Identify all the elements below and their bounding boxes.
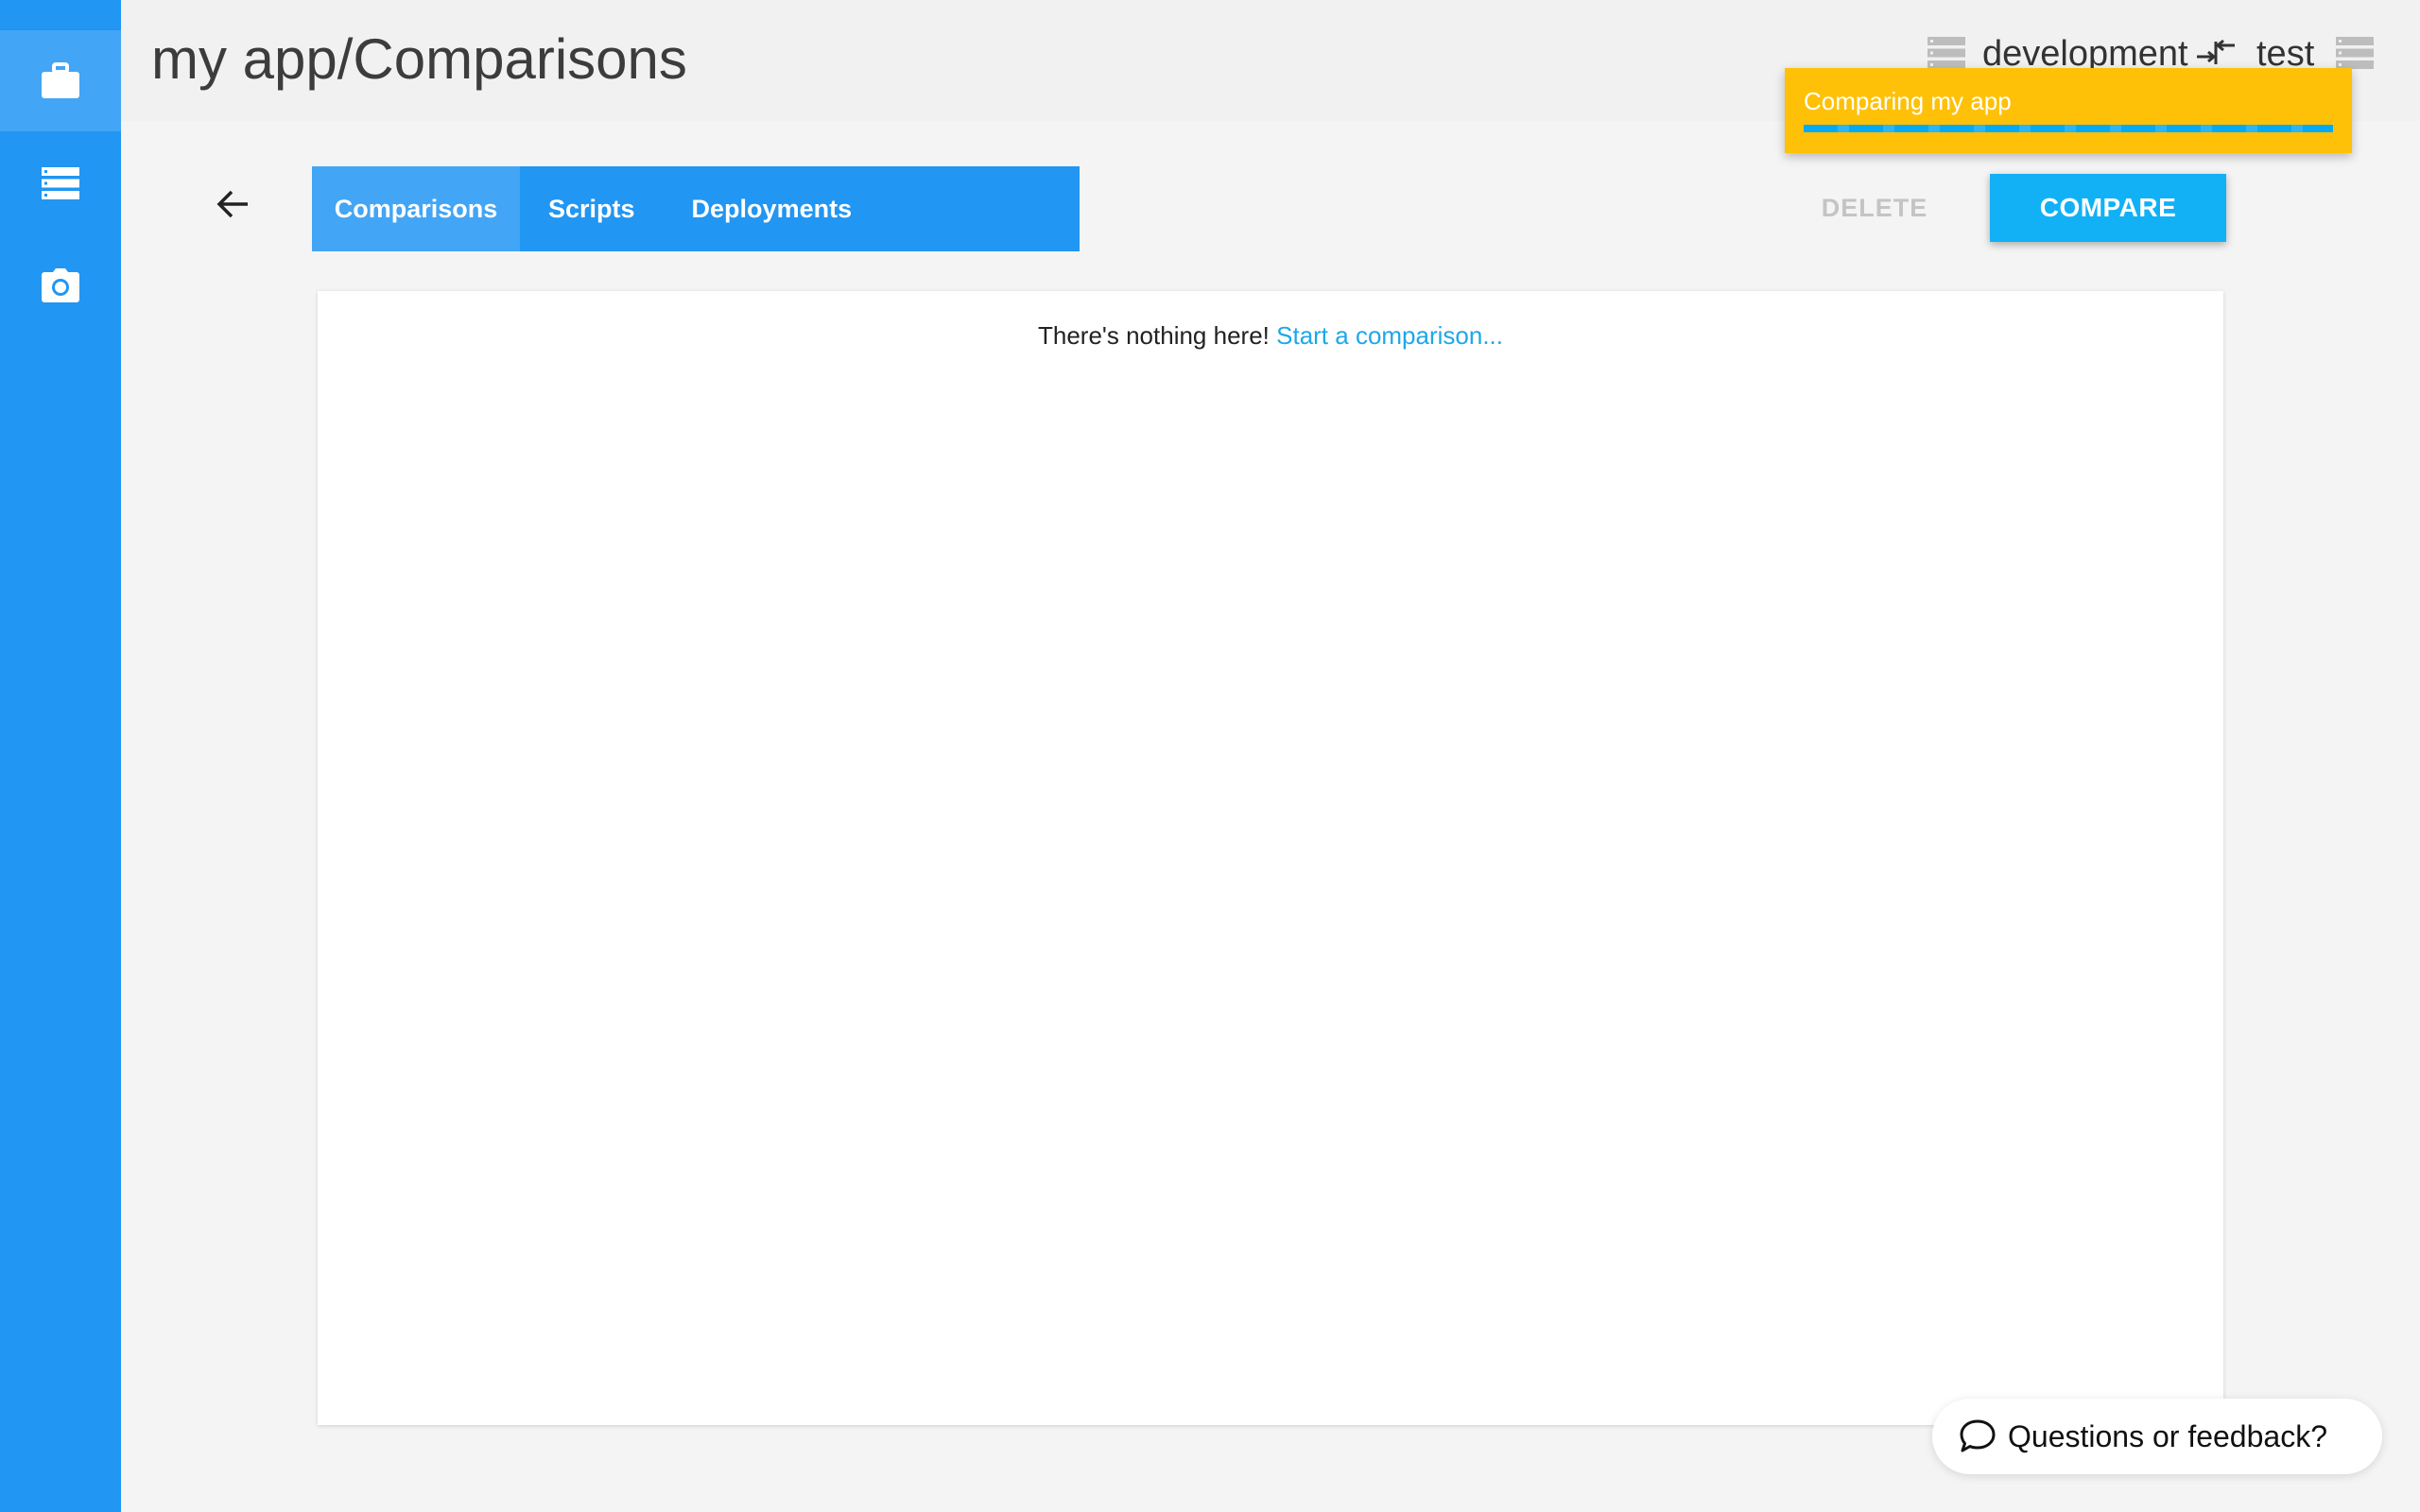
- tab-deployments[interactable]: Deployments: [664, 166, 881, 251]
- tab-bar: Comparisons Scripts Deployments: [312, 166, 1080, 251]
- page-title: my app/Comparisons: [151, 27, 687, 91]
- start-comparison-link[interactable]: Start a comparison...: [1276, 321, 1503, 350]
- camera-icon: [42, 267, 79, 302]
- server-icon[interactable]: [2335, 36, 2375, 70]
- back-button[interactable]: [204, 180, 261, 229]
- progress-bar: [1804, 125, 2333, 132]
- sidebar-item-snapshots[interactable]: [0, 234, 121, 335]
- sidebar-item-servers[interactable]: [0, 132, 121, 233]
- sidebar: [0, 0, 121, 1512]
- compare-button[interactable]: COMPARE: [1990, 174, 2226, 242]
- empty-state-text: There's nothing here!: [1037, 321, 1270, 350]
- tab-comparisons[interactable]: Comparisons: [312, 166, 520, 251]
- briefcase-icon: [42, 61, 79, 98]
- progress-toast: Comparing my app: [1785, 68, 2352, 153]
- feedback-label: Questions or feedback?: [2008, 1418, 2327, 1453]
- feedback-button[interactable]: Questions or feedback?: [1932, 1399, 2382, 1474]
- arrow-left-icon: [216, 190, 248, 218]
- tab-scripts[interactable]: Scripts: [520, 166, 664, 251]
- compare-arrows-icon[interactable]: [2195, 38, 2237, 68]
- server-list-icon: [42, 166, 79, 199]
- server-icon[interactable]: [1927, 36, 1966, 70]
- sidebar-item-apps[interactable]: [0, 30, 121, 131]
- empty-state: There's nothing here! Start a comparison…: [318, 321, 2223, 351]
- delete-button[interactable]: DELETE: [1804, 174, 1945, 242]
- chat-bubble-icon: [1960, 1419, 1996, 1452]
- toast-message: Comparing my app: [1804, 87, 2012, 115]
- comparisons-panel: There's nothing here! Start a comparison…: [318, 291, 2223, 1425]
